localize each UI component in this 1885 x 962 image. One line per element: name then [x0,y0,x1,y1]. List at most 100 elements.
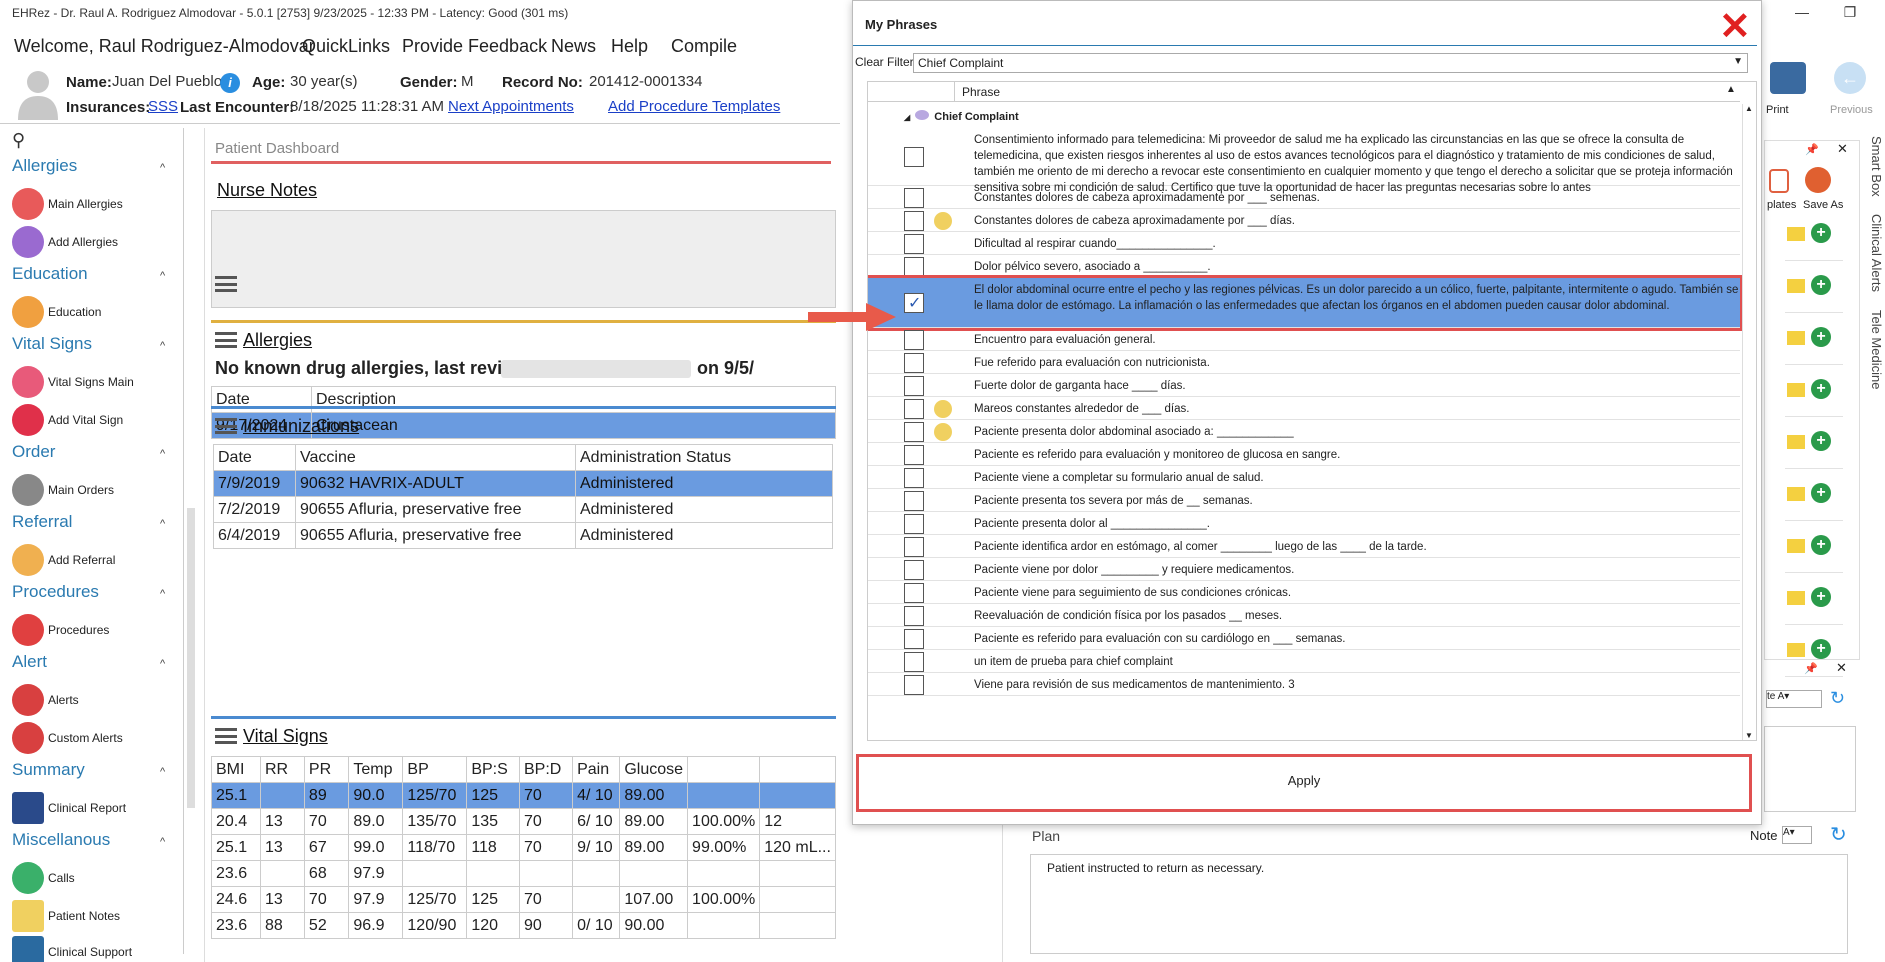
vitals-col[interactable]: BMI [211,756,261,783]
collapse-icon[interactable]: ◢ [904,113,910,122]
smart-box-row[interactable]: + [1785,585,1843,625]
phrase-checkbox[interactable]: ✓ [904,293,924,313]
filter-select[interactable]: Chief Complaint ▼ [913,53,1748,73]
phrase-row[interactable]: Consentimiento informado para telemedici… [868,128,1740,194]
vital-signs-title[interactable]: Vital Signs [243,726,328,747]
phrase-checkbox[interactable] [904,444,924,465]
collapse-icon[interactable]: ^ [160,766,165,778]
add-procedure-templates-link[interactable]: Add Procedure Templates [608,98,780,115]
insurance-link[interactable]: SSS [148,98,178,115]
restore-icon[interactable]: ❐ [1840,4,1860,21]
phrase-checkbox[interactable] [904,490,924,511]
add-icon[interactable]: + [1811,327,1831,347]
quote-icon[interactable] [1787,279,1805,293]
phrase-row[interactable]: Mareos constantes alrededor de ___ días. [868,397,1740,420]
collapse-icon[interactable]: ^ [160,588,165,600]
vitals-col[interactable]: Glucose [619,756,689,783]
col-status[interactable]: Administration Status [575,444,833,471]
phrase-row[interactable]: Fue referido para evaluación con nutrici… [868,351,1740,374]
phrase-checkbox[interactable] [904,421,924,442]
section-summary[interactable]: Summary [12,760,85,780]
phrase-row[interactable]: Constantes dolores de cabeza aproximadam… [868,209,1740,232]
note-textarea[interactable] [1764,726,1856,812]
quote-icon[interactable] [1787,331,1805,345]
templates-label[interactable]: plates [1767,199,1796,211]
nurse-notes-title[interactable]: Nurse Notes [217,180,317,201]
apply-button[interactable]: Apply [856,754,1752,812]
quote-icon[interactable] [1787,539,1805,553]
allergies-title[interactable]: Allergies [243,330,312,351]
nurse-notes-box[interactable] [211,210,836,308]
table-row[interactable]: 7/9/2019 90632 HAVRIX-ADULT Administered [213,470,833,497]
add-icon[interactable]: + [1811,587,1831,607]
print-icon[interactable] [1770,62,1806,94]
phrase-checkbox[interactable] [904,513,924,534]
phrase-row[interactable]: Dificultad al respirar cuando___________… [868,232,1740,255]
save-icon[interactable] [1805,167,1831,193]
phrase-checkbox[interactable] [904,352,924,373]
previous-label[interactable]: Previous [1830,104,1873,116]
phrase-checkbox[interactable] [904,375,924,396]
vitals-scrollbar[interactable] [1002,820,1018,962]
collapse-icon[interactable]: ^ [160,448,165,460]
collapse-icon[interactable]: ^ [160,340,165,352]
vitals-col[interactable]: BP:D [518,756,574,783]
print-label[interactable]: Print [1766,104,1789,116]
vitals-col[interactable]: Temp [348,756,404,783]
collapse-icon[interactable]: ^ [160,270,165,282]
phrase-row[interactable]: Paciente es referido para evaluación con… [868,627,1740,650]
refresh-icon[interactable]: ↻ [1830,688,1845,709]
add-icon[interactable]: + [1811,223,1831,243]
add-icon[interactable]: + [1811,639,1831,659]
phrase-row[interactable]: Paciente presenta tos severa por más de … [868,489,1740,512]
plan-textarea[interactable]: Patient instructed to return as necessar… [1030,854,1848,954]
phrase-row[interactable]: Paciente es referido para evaluación y m… [868,443,1740,466]
close-icon[interactable]: ✕ [1719,7,1751,47]
table-row[interactable]: 25.1 13 67 99.0 118/70 118 70 9/ 10 89.00 99.00% 1… [211,834,836,861]
phrase-checkbox[interactable] [904,329,924,350]
phrase-checkbox[interactable] [904,559,924,580]
scroll-down-icon[interactable]: ▼ [1745,731,1753,740]
add-icon[interactable]: + [1811,431,1831,451]
phrase-checkbox[interactable] [904,674,924,695]
phrase-row[interactable]: Fuerte dolor de garganta hace ____ días. [868,374,1740,397]
phrase-checkbox[interactable] [904,233,924,254]
phrase-checkbox[interactable] [904,651,924,672]
vitals-col[interactable] [759,756,836,783]
scroll-up-icon[interactable]: ▲ [1745,104,1753,113]
clear-filter-button[interactable]: Clear Filter [855,55,914,69]
section-allergies[interactable]: Allergies [12,156,77,176]
phrase-row[interactable]: Paciente viene para seguimiento de sus c… [868,581,1740,604]
section-procedures[interactable]: Procedures [12,582,99,602]
close-icon[interactable]: ✕ [1837,141,1848,157]
vitals-col[interactable] [687,756,761,783]
search-icon[interactable]: ⚲ [12,130,25,151]
phrase-row[interactable]: Viene para revisión de sus medicamentos … [868,673,1740,696]
minimize-icon[interactable]: — [1792,4,1812,20]
col-phrase[interactable]: Phrase [962,85,1000,99]
section-order[interactable]: Order [12,442,55,462]
collapse-icon[interactable]: ^ [160,162,165,174]
phrase-checkbox[interactable] [904,467,924,488]
vitals-col[interactable]: BP [402,756,468,783]
table-row[interactable]: 20.4 13 70 89.0 135/70 135 70 6/ 10 89.00 100.00%… [211,808,836,835]
refresh-icon[interactable]: ↻ [1830,822,1847,847]
quote-icon[interactable] [1787,383,1805,397]
menu-quicklinks[interactable]: QuickLinks [302,36,390,57]
next-appointments-link[interactable]: Next Appointments [448,98,574,115]
phrase-checkbox[interactable] [904,536,924,557]
menu-compile[interactable]: Compile [671,36,737,57]
section-education[interactable]: Education [12,264,88,284]
smart-box-row[interactable]: + [1785,221,1843,261]
menu-feedback[interactable]: Provide Feedback [402,36,547,57]
smart-box-row[interactable]: + [1785,481,1843,521]
section-vital-signs[interactable]: Vital Signs [12,334,92,354]
vitals-col[interactable]: PR [303,756,350,783]
phrase-checkbox[interactable] [904,187,924,208]
tab-clinical-alerts[interactable]: Clinical Alerts [1869,214,1884,292]
phrase-row[interactable]: Paciente viene a completar su formulario… [868,466,1740,489]
vitals-col[interactable]: RR [259,756,305,783]
menu-news[interactable]: News [551,36,596,57]
phrase-row[interactable]: Constantes dolores de cabeza aproximadam… [868,186,1740,209]
table-row[interactable]: 23.6 88 52 96.9 120/90 120 90 0/ 10 90.00 [211,912,836,939]
